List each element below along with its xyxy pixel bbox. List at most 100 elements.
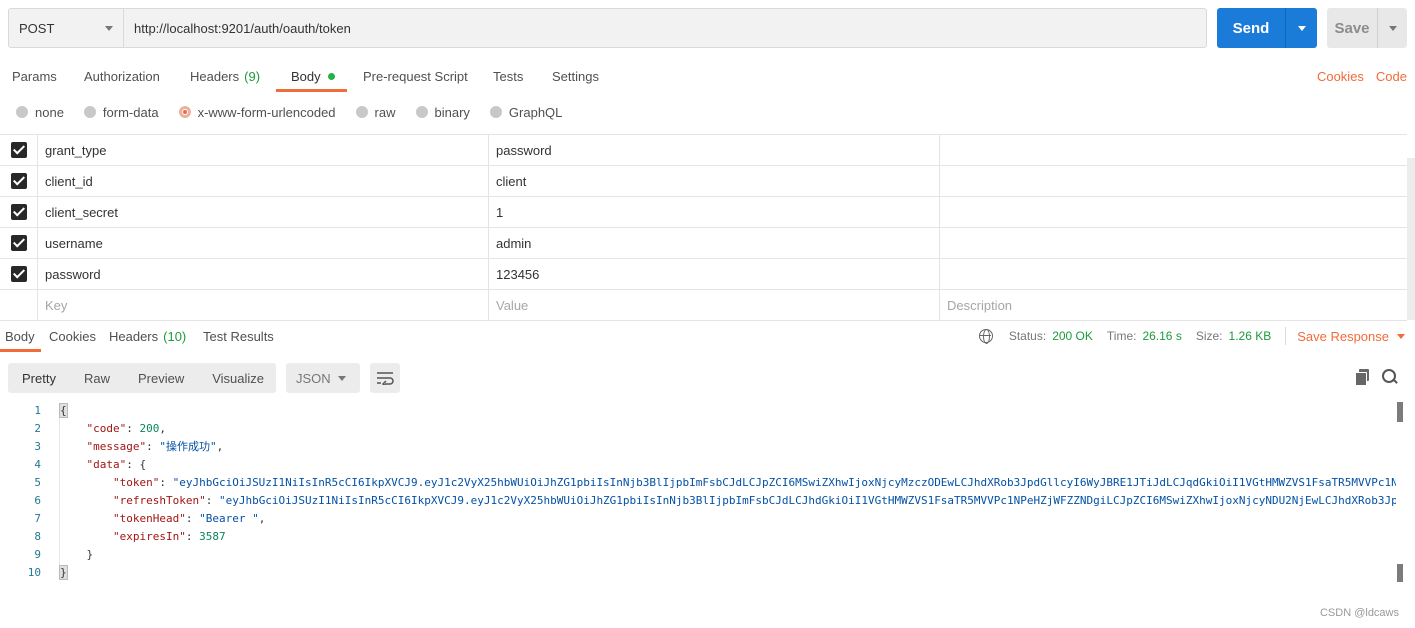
cookies-link[interactable]: Cookies xyxy=(1317,69,1364,84)
code-token: : xyxy=(159,476,173,489)
tab-settings[interactable]: Settings xyxy=(552,62,599,91)
param-value[interactable]: 1 xyxy=(489,197,940,227)
wrap-lines-icon xyxy=(377,372,394,385)
tab-pre-request-script[interactable]: Pre-request Script xyxy=(363,62,468,91)
copy-icon[interactable] xyxy=(1355,369,1371,386)
params-scrollbar[interactable] xyxy=(1407,158,1415,320)
scroll-marker-top xyxy=(1397,402,1403,422)
param-description[interactable] xyxy=(940,228,1407,258)
checkbox-checked-icon[interactable] xyxy=(10,235,27,251)
new-value-input[interactable]: Value xyxy=(489,290,940,320)
send-options-button[interactable] xyxy=(1285,8,1317,48)
row-checkbox-cell xyxy=(0,290,38,320)
status-label: Status: xyxy=(1008,329,1047,343)
save-options-button[interactable] xyxy=(1377,8,1407,48)
tab-tests[interactable]: Tests xyxy=(493,62,523,91)
param-description[interactable] xyxy=(940,135,1407,165)
view-mode-bar: Pretty Raw Preview Visualize xyxy=(8,363,276,393)
code-text: } xyxy=(59,564,68,582)
code-token: } xyxy=(59,565,68,580)
search-icon[interactable] xyxy=(1382,369,1398,385)
radio-form-data[interactable]: form-data xyxy=(83,105,159,120)
top-links: Cookies Code xyxy=(1317,62,1407,91)
active-resp-tab-indicator xyxy=(0,349,41,352)
checkbox-checked-icon[interactable] xyxy=(10,173,27,189)
code-line: 10} xyxy=(0,564,1396,582)
active-tab-indicator xyxy=(276,89,347,92)
code-token: "Bearer " xyxy=(199,512,259,525)
line-number: 1 xyxy=(34,404,41,417)
table-row: client_secret 1 xyxy=(0,197,1407,228)
table-row: client_id client xyxy=(0,166,1407,197)
watermark: CSDN @ldcaws xyxy=(1319,607,1399,619)
param-key[interactable]: grant_type xyxy=(38,135,489,165)
new-key-input[interactable]: Key xyxy=(38,290,489,320)
tab-body[interactable]: Body xyxy=(291,62,335,91)
response-status: Status: 200 OK Time: 26.16 s Size: 1.26 … xyxy=(978,322,1405,350)
globe-icon[interactable] xyxy=(978,329,993,344)
scroll-marker-bottom xyxy=(1397,564,1403,582)
wrap-lines-button[interactable] xyxy=(370,363,400,393)
tab-headers[interactable]: Headers (9) xyxy=(190,62,260,91)
method-label: POST xyxy=(19,20,55,36)
param-description[interactable] xyxy=(940,166,1407,196)
view-pretty[interactable]: Pretty xyxy=(8,363,70,393)
code-token: 200 xyxy=(139,422,160,435)
param-key[interactable]: client_id xyxy=(38,166,489,196)
param-key[interactable]: client_secret xyxy=(38,197,489,227)
save-response-button[interactable]: Save Response xyxy=(1297,329,1405,344)
radio-x-www-form-urlencoded[interactable]: x-www-form-urlencoded xyxy=(178,105,336,120)
line-number: 2 xyxy=(34,422,41,435)
radio-raw[interactable]: raw xyxy=(355,105,396,120)
code-token: "eyJhbGciOiJSUzI1NiIsInR5cCI6IkpXVCJ9.ey… xyxy=(218,494,1396,507)
resp-tab-body[interactable]: Body xyxy=(5,322,35,350)
code-text: "code": 200, xyxy=(60,420,167,438)
code-token: : { xyxy=(126,458,147,471)
save-button[interactable]: Save xyxy=(1327,8,1407,48)
tab-params[interactable]: Params xyxy=(12,62,57,91)
param-description[interactable] xyxy=(940,259,1407,289)
response-body-editor[interactable]: 1{2 "code": 200, 3 "message": "操作成功", 4 "d… xyxy=(0,402,1396,592)
code-token: , xyxy=(216,440,224,453)
resp-tab-cookies[interactable]: Cookies xyxy=(49,322,96,350)
code-token: : xyxy=(185,530,200,543)
code-token: "refreshToken" xyxy=(112,494,206,507)
send-button[interactable]: Send xyxy=(1217,8,1317,48)
method-select[interactable]: POST xyxy=(9,9,124,47)
checkbox-checked-icon[interactable] xyxy=(10,266,27,282)
view-raw[interactable]: Raw xyxy=(70,363,124,393)
radio-graphql[interactable]: GraphQL xyxy=(489,105,562,120)
code-scrollbar[interactable] xyxy=(1397,402,1403,582)
resp-tab-test-results[interactable]: Test Results xyxy=(203,322,274,350)
checkbox-checked-icon[interactable] xyxy=(10,142,27,158)
param-value[interactable]: 123456 xyxy=(489,259,940,289)
new-description-input[interactable]: Description xyxy=(940,290,1407,320)
chevron-down-icon xyxy=(1297,25,1306,31)
url-input[interactable]: http://localhost:9201/auth/oauth/token xyxy=(124,9,1206,47)
save-label: Save xyxy=(1334,19,1370,37)
tab-authorization[interactable]: Authorization xyxy=(84,62,160,91)
radio-binary[interactable]: binary xyxy=(415,105,470,120)
table-row: grant_type password xyxy=(0,135,1407,166)
radio-none[interactable]: none xyxy=(16,105,64,120)
resp-tab-headers[interactable]: Headers (10) xyxy=(109,322,186,350)
body-indicator-dot xyxy=(327,73,335,80)
code-token: "eyJhbGciOiJSUzI1NiIsInR5cCI6IkpXVCJ9.ey… xyxy=(172,476,1396,489)
view-preview[interactable]: Preview xyxy=(124,363,198,393)
param-value[interactable]: admin xyxy=(489,228,940,258)
param-value[interactable]: password xyxy=(489,135,940,165)
param-key[interactable]: username xyxy=(38,228,489,258)
code-token: "token" xyxy=(112,476,160,489)
param-value[interactable]: client xyxy=(489,166,940,196)
param-description[interactable] xyxy=(940,197,1407,227)
format-select[interactable]: JSON xyxy=(286,363,360,393)
checkbox-checked-icon[interactable] xyxy=(10,204,27,220)
code-text: } xyxy=(60,546,93,564)
code-token: "code" xyxy=(86,422,127,435)
view-visualize[interactable]: Visualize xyxy=(198,363,278,393)
code-link[interactable]: Code xyxy=(1376,69,1407,84)
code-token: 3587 xyxy=(199,530,226,543)
param-key[interactable]: password xyxy=(38,259,489,289)
